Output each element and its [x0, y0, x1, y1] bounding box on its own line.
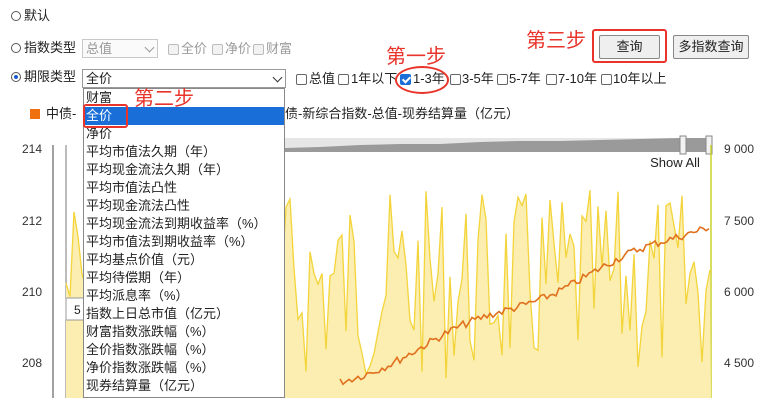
navigator-handle-left: [679, 135, 687, 155]
term-checkbox-5-7y-label: 5-7年: [509, 71, 541, 86]
dropdown-option[interactable]: 净价指数涨跌幅（%）: [84, 359, 284, 377]
dropdown-option[interactable]: 平均市值法凸性: [84, 179, 284, 197]
left-tick-208: 208: [22, 356, 43, 370]
legend-series2-label: 债-新综合指数-总值-现券结算量（亿元）: [285, 106, 519, 121]
step2-highlight-box: [83, 104, 128, 128]
dropdown-option[interactable]: 平均现金流法到期收益率（%）: [84, 215, 284, 233]
dropdown-option[interactable]: 全价指数涨跌幅（%）: [84, 341, 284, 359]
dropdown-option[interactable]: 平均市值法久期（年）: [84, 143, 284, 161]
index-type-select[interactable]: 总值: [82, 39, 158, 58]
dropdown-option[interactable]: 平均派息率（%）: [84, 287, 284, 305]
step1-highlight-ellipse: [395, 66, 449, 94]
legend-series1-label: 中债-: [46, 106, 77, 121]
term-checkbox-under-1y[interactable]: [338, 74, 349, 85]
term-checkbox-7-10y[interactable]: [546, 74, 557, 85]
index-type-select-value: 总值: [86, 41, 113, 56]
legend-series1-swatch: [30, 109, 40, 119]
dropdown-option[interactable]: 平均现金流法久期（年）: [84, 161, 284, 179]
term-checkbox-3-5y[interactable]: [450, 74, 461, 85]
query-button[interactable]: 查询: [599, 35, 660, 59]
dropdown-option[interactable]: 指数上日总市值（亿元）: [84, 305, 284, 323]
term-type-select-value: 全价: [86, 71, 113, 86]
left-tick-210: 210: [22, 285, 43, 299]
dropdown-option[interactable]: 平均基点价值（元）: [84, 251, 284, 269]
show-all-button[interactable]: Show All: [645, 154, 705, 174]
term-checkbox-over-10y[interactable]: [601, 74, 612, 85]
right-tick-9000: 9 000: [724, 142, 755, 156]
term-checkbox-3-5y-label: 3-5年: [462, 71, 494, 86]
dropdown-option[interactable]: 平均待偿期（年）: [84, 269, 284, 287]
multi-index-query-button[interactable]: 多指数查询: [673, 35, 749, 59]
step2-annotation: 第二步: [134, 86, 194, 110]
term-type-label: 期限类型: [24, 69, 77, 84]
chevron-down-icon: [272, 72, 283, 83]
step1-annotation: 第一步: [386, 44, 446, 68]
term-type-radio[interactable]: [11, 72, 21, 82]
dropdown-option[interactable]: 现券结算量（亿元）: [84, 377, 284, 395]
term-checkbox-total-label: 总值: [309, 71, 336, 86]
left-tick-212: 212: [22, 214, 43, 228]
index-checkbox-full-price[interactable]: [168, 44, 179, 55]
right-tick-7500: 7 500: [724, 214, 755, 228]
term-checkbox-over-10y-label: 10年以上: [613, 71, 667, 86]
index-checkbox-full-price-label: 全价: [181, 41, 208, 56]
dropdown-option[interactable]: 平均现金流法凸性: [84, 197, 284, 215]
right-tick-4500: 4 500: [724, 356, 755, 370]
index-type-label: 指数类型: [24, 40, 77, 55]
term-checkbox-5-7y[interactable]: [497, 74, 508, 85]
default-label: 默认: [24, 8, 51, 23]
right-tick-6000: 6 000: [724, 285, 755, 299]
term-checkbox-7-10y-label: 7-10年: [558, 71, 598, 86]
tooltip-partial-text: 5: [74, 303, 81, 317]
step3-annotation: 第三步: [526, 28, 586, 52]
index-checkbox-wealth-label: 财富: [266, 41, 293, 56]
index-checkbox-net-price[interactable]: [212, 44, 223, 55]
index-checkbox-net-price-label: 净价: [225, 41, 252, 56]
index-checkbox-wealth[interactable]: [253, 44, 264, 55]
left-tick-214: 214: [22, 142, 43, 156]
default-radio[interactable]: [11, 11, 21, 21]
dropdown-option[interactable]: 财富指数涨跌幅（%）: [84, 323, 284, 341]
term-checkbox-under-1y-label: 1年以下: [351, 71, 398, 86]
term-type-dropdown-list[interactable]: 财富 全价 净价 平均市值法久期（年） 平均现金流法久期（年） 平均市值法凸性 …: [83, 88, 285, 398]
term-checkbox-total[interactable]: [296, 74, 307, 85]
dropdown-option[interactable]: 平均市值法到期收益率（%）: [84, 233, 284, 251]
chevron-down-icon: [144, 42, 155, 53]
index-type-radio[interactable]: [11, 43, 21, 53]
